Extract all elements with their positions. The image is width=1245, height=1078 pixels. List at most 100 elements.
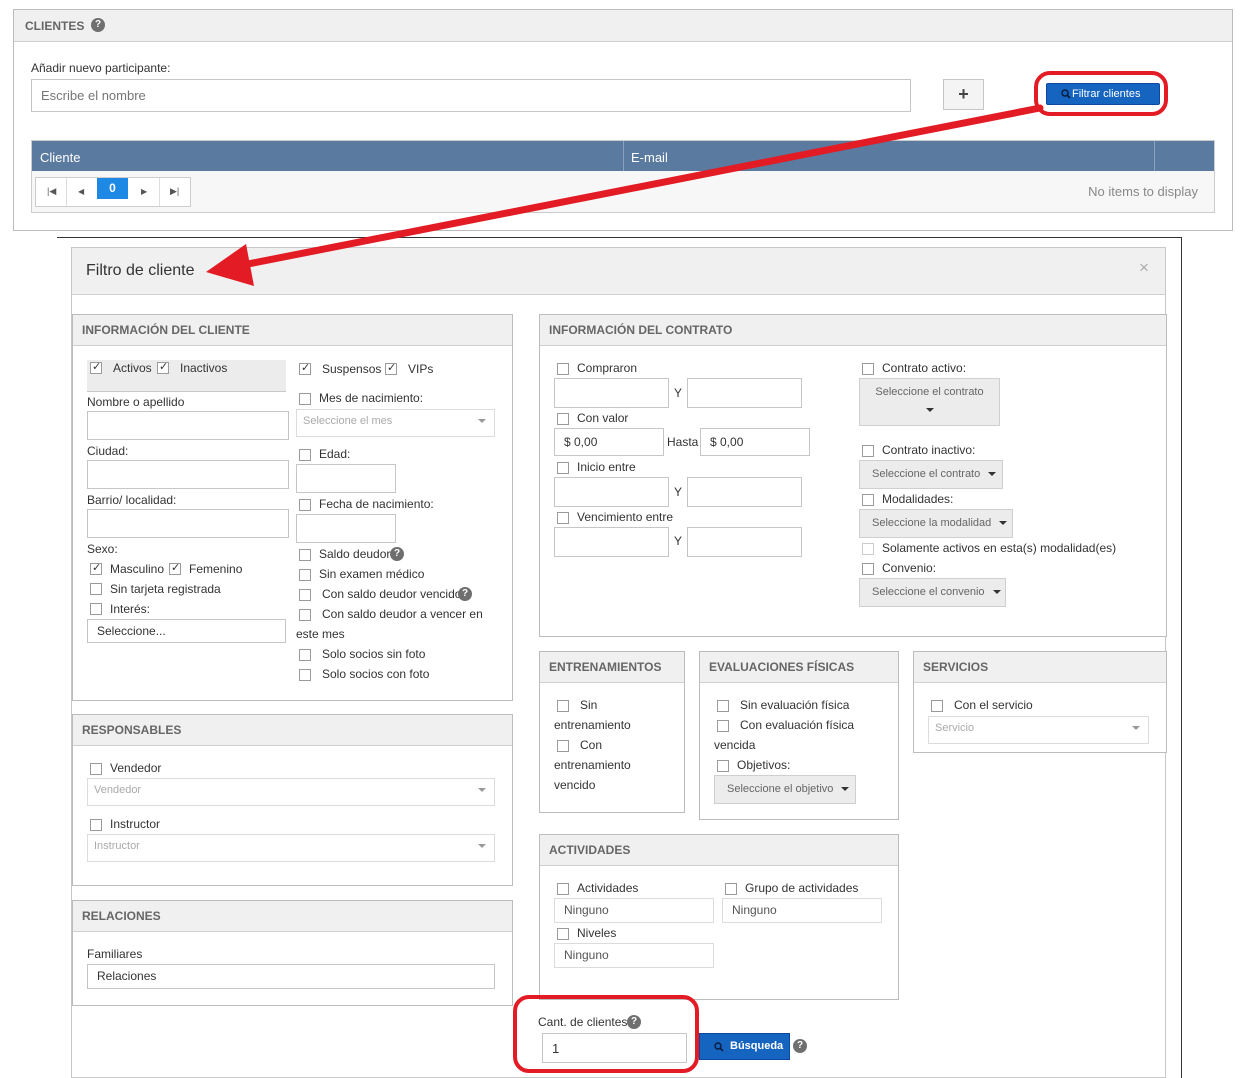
niveles-checkbox[interactable] [557, 928, 569, 940]
pager: |◀ ◀ 0 ▶ ▶| [35, 177, 191, 207]
actividades-input[interactable]: Ninguno [554, 898, 714, 923]
mes-nacimiento-checkbox[interactable] [299, 393, 311, 405]
con-evaluacion-checkbox[interactable] [717, 720, 729, 732]
nombre-input[interactable] [87, 411, 289, 440]
clients-table: Cliente E-mail |◀ ◀ 0 ▶ ▶| No items to d… [31, 140, 1215, 213]
column-cliente[interactable]: Cliente [40, 150, 80, 165]
convenio-dropdown[interactable]: Seleccione el convenio [859, 578, 1006, 607]
inactivos-checkbox[interactable] [157, 360, 169, 374]
vendedor-checkbox[interactable] [90, 763, 102, 775]
objetivo-dropdown[interactable]: Seleccione el objetivo [714, 775, 856, 804]
saldo-vencido-checkbox[interactable] [299, 589, 311, 601]
add-participant-button[interactable]: + [943, 79, 984, 110]
masculino-label: Masculino [110, 562, 165, 576]
instructor-checkbox[interactable] [90, 819, 102, 831]
femenino-label: Femenino [189, 562, 243, 576]
ciudad-input[interactable] [87, 460, 289, 489]
relaciones-value: Relaciones [97, 969, 157, 983]
evaluations-header: EVALUACIONES FÍSICAS [700, 652, 898, 683]
interes-checkbox[interactable] [90, 603, 102, 615]
close-icon[interactable]: × [1139, 258, 1149, 278]
con-valor-checkbox[interactable] [557, 413, 569, 425]
last-page-icon[interactable]: ▶| [170, 186, 179, 197]
sin-entrenamiento-checkbox[interactable] [557, 700, 569, 712]
niveles-value: Ninguno [564, 948, 609, 962]
search-button[interactable]: Búsqueda [699, 1033, 790, 1060]
contrato-activo-checkbox[interactable] [862, 363, 874, 375]
con-foto-checkbox[interactable] [299, 669, 311, 681]
fecha-nacimiento-checkbox[interactable] [299, 499, 311, 511]
interes-select[interactable]: Seleccione... [87, 619, 286, 643]
vencimiento-from-input[interactable] [554, 527, 669, 557]
vendedor-select-placeholder: Vendedor [94, 784, 142, 796]
femenino-checkbox[interactable] [169, 561, 181, 575]
solamente-activos-checkbox[interactable] [862, 543, 874, 555]
barrio-input[interactable] [87, 509, 289, 538]
edad-input[interactable] [296, 464, 396, 493]
vips-checkbox[interactable] [385, 361, 397, 375]
valor-hasta-input[interactable] [700, 428, 810, 456]
con-entrenamiento-label: Con [580, 738, 603, 752]
niveles-input[interactable]: Ninguno [554, 943, 714, 968]
compraron-checkbox[interactable] [557, 363, 569, 375]
saldo-vencer-label-2: este mes [296, 627, 345, 641]
grupo-actividades-input[interactable]: Ninguno [722, 898, 882, 923]
edad-checkbox[interactable] [299, 449, 311, 461]
activos-checkbox[interactable] [90, 360, 102, 374]
help-icon[interactable]: ? [390, 547, 404, 561]
contrato-activo-label: Contrato activo: [882, 361, 967, 375]
trainings-title: ENTRENAMIENTOS [549, 660, 662, 674]
contrato-inactivo-checkbox[interactable] [862, 445, 874, 457]
compraron-to-input[interactable] [687, 378, 802, 408]
objetivo-dropdown-label: Seleccione el objetivo [727, 783, 834, 795]
suspensos-checkbox[interactable] [299, 361, 311, 375]
actividades-checkbox[interactable] [557, 883, 569, 895]
masculino-checkbox[interactable] [90, 561, 102, 575]
vencimiento-entre-checkbox[interactable] [557, 512, 569, 524]
prev-page-icon[interactable]: ◀ [78, 187, 84, 196]
saldo-vencido-label: Con saldo deudor vencido [322, 587, 462, 601]
actividades-label: Actividades [577, 881, 639, 895]
fecha-nacimiento-input[interactable] [296, 514, 396, 543]
current-page[interactable]: 0 [97, 178, 128, 199]
sin-examen-checkbox[interactable] [299, 569, 311, 581]
mes-select[interactable]: Seleccione el mes [296, 409, 495, 437]
empty-text: No items to display [1088, 184, 1198, 199]
sin-tarjeta-checkbox[interactable] [90, 583, 102, 595]
servicio-select[interactable]: Servicio [928, 716, 1149, 744]
modalidad-dropdown[interactable]: Seleccione la modalidad [859, 509, 1013, 538]
inicio-to-input[interactable] [687, 477, 802, 507]
saldo-vencer-checkbox[interactable] [299, 609, 311, 621]
next-page-icon[interactable]: ▶ [141, 187, 147, 196]
con-servicio-checkbox[interactable] [931, 700, 943, 712]
trainings-header: ENTRENAMIENTOS [540, 652, 684, 683]
con-entrenamiento-checkbox[interactable] [557, 740, 569, 752]
participant-name-input[interactable] [31, 79, 911, 112]
column-email[interactable]: E-mail [631, 150, 668, 165]
help-icon[interactable]: ? [91, 18, 105, 32]
grupo-actividades-checkbox[interactable] [725, 883, 737, 895]
y-label: Y [674, 534, 683, 548]
vendedor-select[interactable]: Vendedor [87, 778, 495, 806]
compraron-from-input[interactable] [554, 378, 669, 408]
saldo-deudor-checkbox[interactable] [299, 549, 311, 561]
instructor-select[interactable]: Instructor [87, 834, 495, 862]
valor-desde-input[interactable] [554, 428, 664, 456]
help-icon[interactable]: ? [793, 1039, 807, 1053]
sin-foto-checkbox[interactable] [299, 649, 311, 661]
help-icon[interactable]: ? [458, 587, 472, 601]
contrato-activo-dropdown[interactable]: Seleccione el contrato [859, 378, 1000, 426]
barrio-label: Barrio/ localidad: [87, 493, 177, 507]
sin-evaluacion-checkbox[interactable] [717, 700, 729, 712]
suspensos-label: Suspensos [322, 362, 382, 376]
inicio-entre-checkbox[interactable] [557, 462, 569, 474]
contrato-inactivo-dropdown[interactable]: Seleccione el contrato [859, 460, 1003, 489]
vencimiento-to-input[interactable] [687, 527, 802, 557]
inicio-from-input[interactable] [554, 477, 669, 507]
objetivos-checkbox[interactable] [717, 760, 729, 772]
con-servicio-label: Con el servicio [954, 698, 1033, 712]
convenio-checkbox[interactable] [862, 563, 874, 575]
relaciones-input[interactable]: Relaciones [87, 964, 495, 989]
modalidades-checkbox[interactable] [862, 494, 874, 506]
first-page-icon[interactable]: |◀ [47, 186, 56, 197]
